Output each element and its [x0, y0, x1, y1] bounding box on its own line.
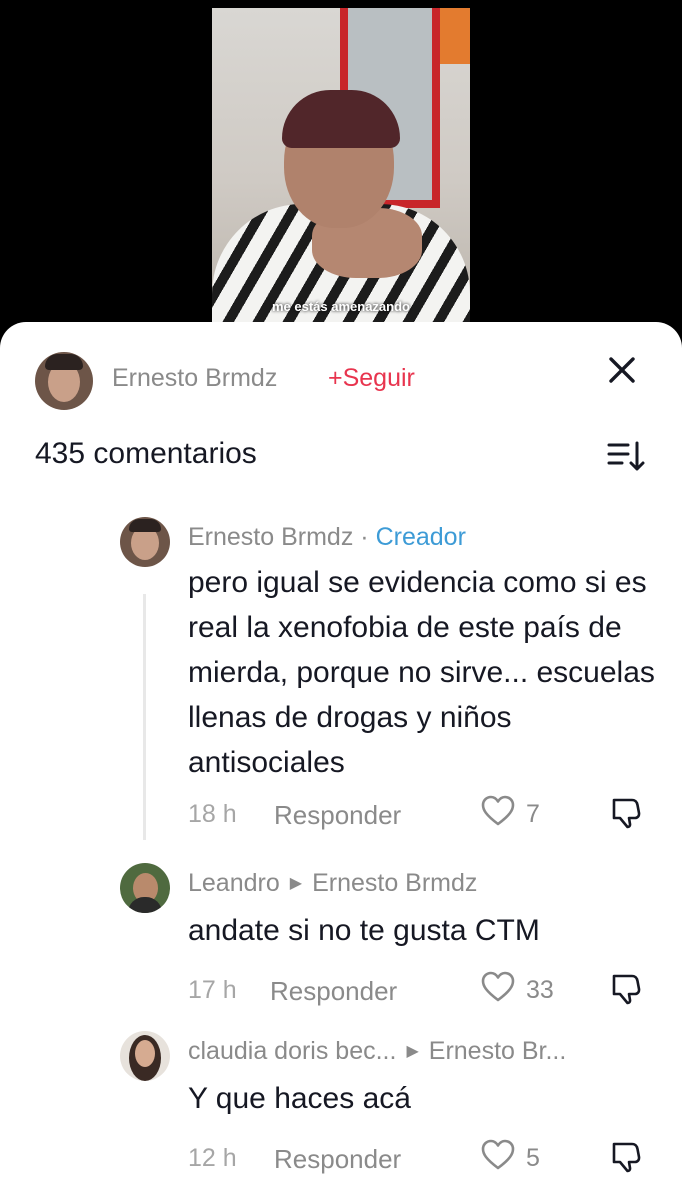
comment-time: 12 h — [188, 1144, 237, 1172]
comment-text: pero igual se evidencia como si es real … — [188, 566, 655, 779]
dislike-icon[interactable] — [608, 1138, 644, 1174]
comments-count: 435 comentarios — [35, 437, 257, 470]
dislike-icon[interactable] — [608, 970, 644, 1006]
comment-author-line: claudia doris bec... ▶ Ernesto Br... — [188, 1037, 566, 1066]
avatar-face — [135, 1040, 155, 1067]
like-count: 7 — [526, 800, 540, 828]
avatar-hair — [129, 519, 161, 532]
comment-author[interactable]: Leandro — [188, 869, 280, 897]
heart-icon[interactable] — [480, 970, 516, 1004]
reply-button[interactable]: Responder — [274, 1144, 401, 1175]
heart-icon[interactable] — [480, 794, 516, 828]
comment-actions: 12 h Responder 5 — [188, 1138, 658, 1178]
video-background-sign — [440, 8, 470, 64]
follow-button[interactable]: +Seguir — [328, 364, 415, 393]
comment-time: 17 h — [188, 976, 237, 1004]
heart-icon[interactable] — [480, 1138, 516, 1172]
comments-sheet: Ernesto Brmdz +Seguir 435 comentarios Er… — [0, 322, 682, 1200]
comment-author-line: Leandro ▶ Ernesto Brmdz — [188, 869, 477, 898]
comment-author[interactable]: Ernesto Brmdz — [188, 523, 353, 551]
reply-button[interactable]: Responder — [270, 976, 397, 1007]
reply-arrow-icon: ▶ — [289, 875, 303, 892]
separator-dot: · — [360, 523, 369, 551]
sort-icon[interactable] — [606, 439, 646, 473]
comment-actions: 17 h Responder 33 — [188, 970, 658, 1010]
author-name[interactable]: Ernesto Brmdz — [112, 364, 277, 393]
avatar-hair — [45, 354, 83, 370]
dislike-icon[interactable] — [608, 794, 644, 830]
reply-button[interactable]: Responder — [274, 800, 401, 831]
like-count: 5 — [526, 1144, 540, 1172]
comment-author-line: Ernesto Brmdz · Creador — [188, 523, 466, 552]
comment-time: 18 h — [188, 800, 237, 828]
video-area[interactable]: me estás amenazando — [0, 0, 682, 330]
reply-to-author[interactable]: Ernesto Brmdz — [312, 869, 477, 897]
video-thumbnail[interactable]: me estás amenazando — [212, 8, 470, 322]
comment-text: andate si no te gusta CTM — [188, 914, 540, 947]
comment-author[interactable]: claudia doris bec... — [188, 1037, 396, 1065]
thread-line — [143, 594, 146, 840]
like-count: 33 — [526, 976, 554, 1004]
author-avatar[interactable] — [35, 352, 93, 410]
reply-arrow-icon: ▶ — [406, 1043, 419, 1060]
comment-avatar[interactable] — [120, 863, 170, 913]
comment-avatar[interactable] — [120, 517, 170, 567]
comment-actions: 18 h Responder 7 — [188, 794, 658, 834]
avatar-shirt — [128, 897, 162, 913]
creator-badge: Creador — [375, 523, 466, 551]
comment-text: Y que haces acá — [188, 1082, 411, 1115]
reply-to-author[interactable]: Ernesto Br... — [429, 1037, 567, 1065]
video-caption: me estás amenazando — [271, 299, 410, 314]
comment-avatar[interactable] — [120, 1031, 170, 1081]
close-icon[interactable] — [604, 352, 640, 388]
